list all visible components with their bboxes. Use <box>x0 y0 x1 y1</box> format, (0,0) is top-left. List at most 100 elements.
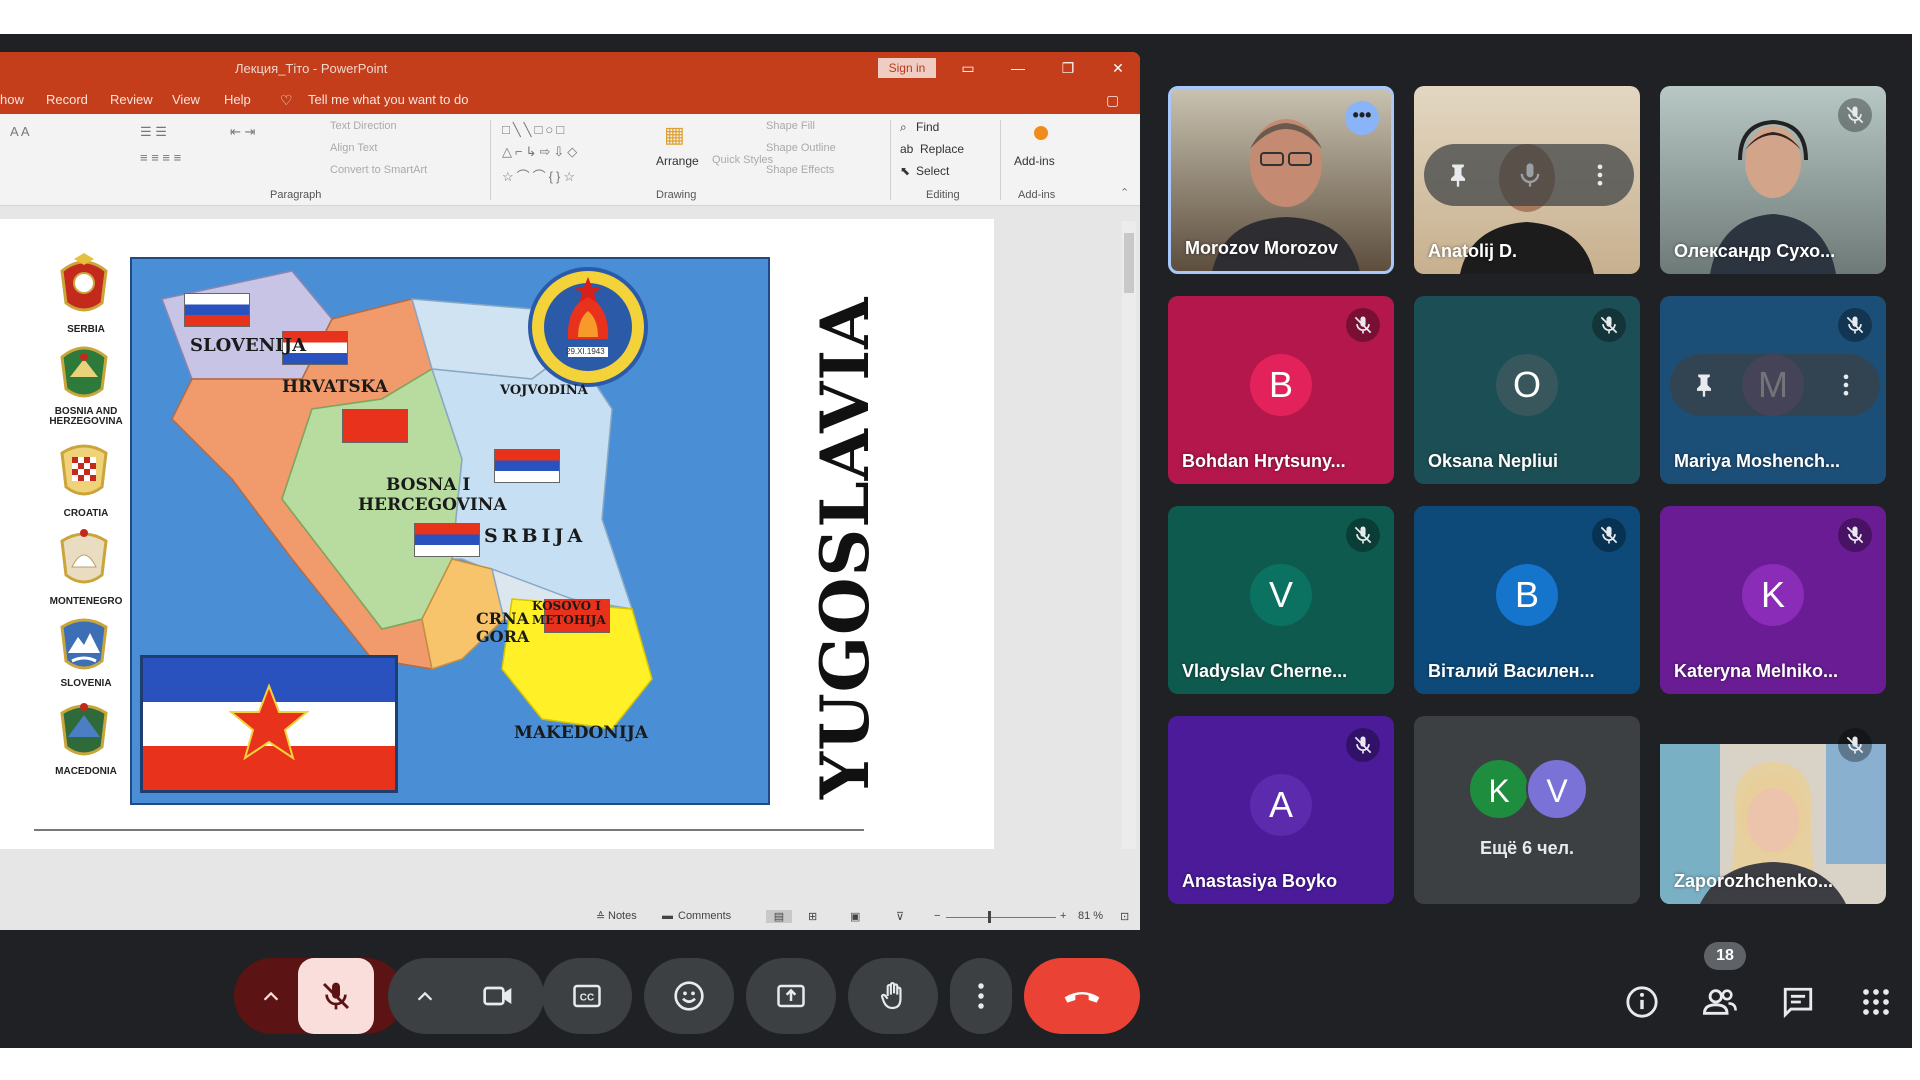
restore-icon[interactable]: ❐ <box>1057 58 1079 78</box>
scrollbar-thumb[interactable] <box>1124 233 1134 293</box>
slideshow-view-icon[interactable]: ⊽ <box>896 910 904 923</box>
label-bosna-2: HERCEGOVINA <box>358 495 507 515</box>
participant-tile[interactable]: K Kateryna Melniko... <box>1660 506 1886 694</box>
slide-vertical-scrollbar[interactable] <box>1122 221 1136 849</box>
font-size-icon[interactable]: A A <box>10 124 30 139</box>
more-participants-tile[interactable]: K V Ещё 6 чел. <box>1414 716 1640 904</box>
find-button[interactable]: Find <box>916 120 939 134</box>
tab-help[interactable]: Help <box>224 92 251 107</box>
text-direction-button[interactable]: Text Direction <box>330 120 397 132</box>
slide-sorter-icon[interactable]: ⊞ <box>808 910 817 923</box>
tab-slideshow[interactable]: how <box>0 92 24 107</box>
chevron-up-icon[interactable] <box>260 986 282 1008</box>
align-text-button[interactable]: Align Text <box>330 142 378 154</box>
slide-title: YUGOSLAVIA <box>806 296 884 799</box>
ppt-ribbon: A A ☰ ☰ ⇤ ⇥ ≡ ≡ ≡ ≡ Text Direction Align… <box>0 114 1140 206</box>
pin-icon[interactable] <box>1444 161 1472 189</box>
raise-hand-icon <box>881 982 902 1010</box>
shape-outline-button[interactable]: Shape Outline <box>766 142 836 154</box>
camera-icon <box>483 986 512 1006</box>
participant-tile[interactable]: ••• Morozov Morozov <box>1168 86 1394 274</box>
ppt-menubar: how Record Review View Help ♡ Tell me wh… <box>0 84 1140 114</box>
chat-panel-button[interactable] <box>1778 982 1818 1022</box>
emblem-date: 29.XI.1943 <box>566 347 605 356</box>
mic-off-icon <box>1838 728 1872 762</box>
participant-name: Mariya Moshench... <box>1674 451 1841 471</box>
bullets-icon[interactable]: ☰ ☰ <box>140 124 167 140</box>
participant-count-badge: 18 <box>1704 942 1746 970</box>
zoom-level[interactable]: 81 % <box>1078 910 1103 922</box>
shape-effects-button[interactable]: Shape Effects <box>766 164 834 176</box>
zoom-out-icon[interactable]: − <box>934 910 940 922</box>
mic-off-icon <box>1838 308 1872 342</box>
shapes-gallery-icon-row2[interactable]: △⌐↳⇨⇩◇ <box>502 144 580 160</box>
meet-window: Лекция_Тіто - PowerPoint Sign in ▭ — ❐ ✕… <box>0 34 1912 1048</box>
comment-icon[interactable]: ▢ <box>1106 92 1119 109</box>
leave-call-button[interactable] <box>1024 958 1140 1034</box>
participant-tile[interactable]: B Віталий Василен... <box>1414 506 1640 694</box>
slide-editing-area: SERBIA BOSNIA AND HERZEGOVINA CROATIA MO… <box>0 207 1140 887</box>
info-icon <box>1626 986 1658 1018</box>
replace-button[interactable]: Replace <box>920 142 964 156</box>
indent-icon[interactable]: ⇤ ⇥ <box>230 124 255 140</box>
tab-review[interactable]: Review <box>110 92 153 107</box>
coat-label-macedonia: MACEDONIA <box>55 766 117 777</box>
people-panel-button[interactable] <box>1700 982 1740 1022</box>
zoom-in-icon[interactable]: + <box>1060 910 1066 922</box>
zoom-slider-thumb[interactable] <box>988 911 991 923</box>
pin-icon[interactable] <box>1690 371 1718 399</box>
sign-in-button[interactable]: Sign in <box>878 58 936 78</box>
participant-tile[interactable]: O Oksana Nepliui <box>1414 296 1640 484</box>
notes-button[interactable]: Notes <box>608 910 637 922</box>
mic-icon[interactable] <box>1516 161 1544 189</box>
arrange-icon[interactable]: ▦ <box>664 122 685 148</box>
convert-smartart-button[interactable]: Convert to SmartArt <box>330 164 427 176</box>
addins-group-label: Add-ins <box>1018 189 1056 201</box>
participant-tile[interactable]: Олександр Сухо... <box>1660 86 1886 274</box>
zoom-slider[interactable] <box>946 917 1056 918</box>
quick-styles-button[interactable]: Quick Styles <box>712 154 773 166</box>
tab-view[interactable]: View <box>172 92 200 107</box>
microphone-toggle-button[interactable] <box>298 958 374 1034</box>
participant-name: Anatolij D. <box>1428 241 1517 261</box>
meeting-details-button[interactable] <box>1622 982 1662 1022</box>
replace-icon: ab <box>900 142 914 156</box>
tell-me-search[interactable]: Tell me what you want to do <box>308 92 468 107</box>
more-options-icon[interactable] <box>1586 161 1614 189</box>
more-options-button[interactable] <box>950 958 1012 1034</box>
addins-icon[interactable] <box>1034 126 1048 140</box>
present-screen-icon <box>777 984 805 1008</box>
comments-button[interactable]: Comments <box>678 910 731 922</box>
shapes-gallery-icon[interactable]: □╲╲□○□ <box>502 122 567 138</box>
align-icons[interactable]: ≡ ≡ ≡ ≡ <box>140 150 181 165</box>
tab-record[interactable]: Record <box>46 92 88 107</box>
participant-tile[interactable]: B Bohdan Hrytsuny... <box>1168 296 1394 484</box>
shape-fill-button[interactable]: Shape Fill <box>766 120 815 132</box>
close-icon[interactable]: ✕ <box>1107 58 1129 78</box>
captions-button[interactable]: CC <box>542 958 632 1034</box>
participant-tile[interactable]: A Anastasiya Boyko <box>1168 716 1394 904</box>
arrange-button[interactable]: Arrange <box>656 154 699 168</box>
reading-view-icon[interactable]: ▣ <box>850 910 860 923</box>
select-button[interactable]: Select <box>916 164 949 178</box>
activities-button[interactable] <box>1856 982 1896 1022</box>
fit-slide-icon[interactable]: ⊡ <box>1120 910 1129 923</box>
more-options-icon[interactable] <box>1832 371 1860 399</box>
minimize-icon[interactable]: — <box>1007 58 1029 78</box>
drawing-group-label: Drawing <box>656 189 697 201</box>
mic-off-icon <box>1346 728 1380 762</box>
ribbon-display-icon[interactable]: ▭ <box>957 58 979 78</box>
addins-button[interactable]: Add-ins <box>1014 154 1055 168</box>
shapes-gallery-icon-row3[interactable]: ☆⌒⌒{}☆ <box>502 166 578 185</box>
raise-hand-button[interactable] <box>848 958 938 1034</box>
collapse-ribbon-icon[interactable]: ⌃ <box>1120 186 1129 199</box>
participant-tile[interactable]: Anatolij D. <box>1414 86 1640 274</box>
emoji-reaction-button[interactable] <box>644 958 734 1034</box>
participant-tile[interactable]: V Vladyslav Cherne... <box>1168 506 1394 694</box>
present-screen-button[interactable] <box>746 958 836 1034</box>
chevron-up-icon[interactable] <box>414 986 436 1008</box>
camera-toggle-button[interactable] <box>454 958 544 1034</box>
participant-tile[interactable]: Zaporozhchenko... <box>1660 716 1886 904</box>
normal-view-icon[interactable]: ▤ <box>766 910 792 923</box>
participant-tile[interactable]: M Mariya Moshench... <box>1660 296 1886 484</box>
